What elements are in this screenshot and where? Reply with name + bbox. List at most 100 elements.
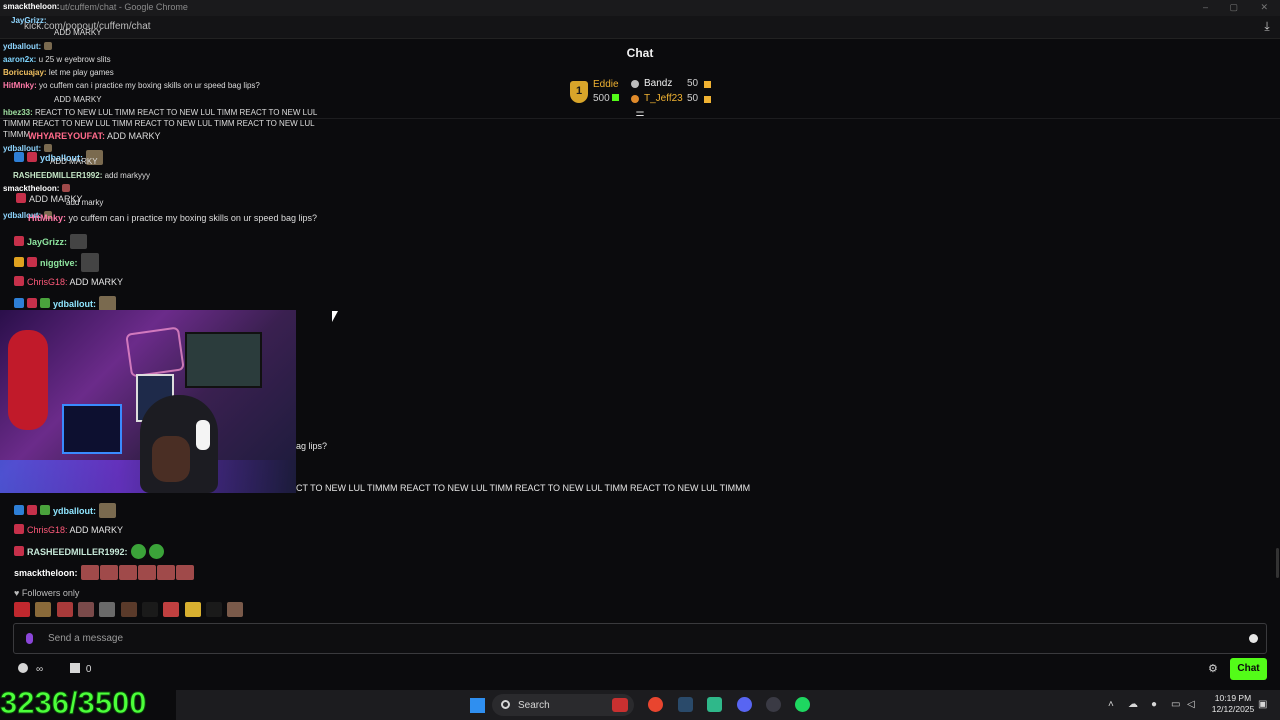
leader-name-3[interactable]: T_Jeff23 (644, 93, 683, 104)
avatar[interactable] (206, 602, 223, 617)
streamer-face (152, 436, 190, 482)
username[interactable]: niggtive: (40, 258, 78, 268)
windows-start-icon[interactable] (470, 698, 485, 713)
avatar[interactable] (142, 602, 159, 617)
gift-icon (704, 96, 711, 103)
followers-only-label: ♥ Followers only (14, 588, 79, 598)
list-item: JayGrizz: (11, 16, 47, 25)
username[interactable]: smacktheloon: (14, 568, 78, 578)
steam-icon[interactable] (678, 697, 693, 712)
avatar[interactable] (14, 602, 30, 617)
filter-icon[interactable]: ☰ (634, 112, 646, 122)
list-item: ydballout: (14, 503, 116, 518)
list-item: HitMnky: yo cuffem can i practice my box… (3, 81, 260, 90)
leader-name-1[interactable]: Eddie (593, 79, 619, 90)
minimize-icon[interactable]: – (1203, 2, 1208, 12)
username[interactable]: HitMnky: (3, 81, 37, 90)
notification-icon[interactable]: ▣ (1258, 699, 1267, 710)
window-title: ut/cuffem/chat - Google Chrome (60, 2, 188, 12)
subscriber-badge-icon (40, 298, 50, 308)
avatar[interactable] (120, 602, 137, 617)
address-bar[interactable]: kick.com/popout/cuffem/chat ⤓ (0, 16, 1280, 39)
maximize-icon[interactable]: ▢ (1229, 2, 1238, 13)
tv-screen (185, 332, 262, 388)
channel-badge-icon (14, 236, 24, 246)
microphone-icon[interactable]: ● (1151, 699, 1157, 710)
badge-icon (631, 95, 639, 103)
username[interactable]: ChrisG18: (27, 277, 68, 287)
username[interactable]: RASHEEDMILLER1992: (13, 171, 102, 180)
message-text: let me play games (48, 68, 114, 77)
chat-title: Chat (626, 46, 654, 60)
followers-only-text: Followers only (21, 588, 80, 598)
chest-icon[interactable] (69, 663, 80, 673)
username[interactable]: smacktheloon: (3, 184, 59, 193)
cloud-icon[interactable]: ☁ (1128, 699, 1138, 710)
avatar[interactable] (163, 602, 180, 617)
spotify-icon[interactable] (795, 697, 810, 712)
volume-icon[interactable]: ◁ (1187, 699, 1195, 710)
emote-icon (148, 544, 164, 559)
scrollbar[interactable] (1276, 548, 1279, 578)
list-item: smacktheloon: (3, 184, 71, 193)
download-icon[interactable]: ⤓ (1260, 19, 1274, 33)
chevron-up-icon[interactable]: ˄ (1108, 699, 1114, 710)
discord-icon[interactable] (737, 697, 752, 712)
mouse-cursor-icon (332, 311, 338, 322)
username[interactable]: smacktheloon: (3, 2, 59, 11)
message-text: yo cuffem can i practice my boxing skill… (39, 81, 260, 90)
chat-input[interactable]: Send a message (13, 623, 1267, 654)
infinity-value: ∞ (36, 664, 44, 675)
avatar[interactable] (35, 602, 52, 617)
username[interactable]: JayGrizz: (27, 237, 67, 247)
gear-icon[interactable]: ⚙ (1208, 664, 1219, 675)
close-icon[interactable]: ✕ (1260, 2, 1268, 13)
username[interactable]: aaron2x: (3, 55, 36, 64)
list-item: ADD MARKY (54, 28, 102, 37)
username[interactable]: Boricuajay: (3, 68, 47, 77)
emote-icon (70, 234, 88, 249)
list-item: ydballout: (14, 296, 116, 311)
list-item: smacktheloon: (3, 2, 59, 11)
emoji-icon[interactable] (1249, 634, 1258, 643)
app-icon[interactable] (707, 697, 722, 712)
emote-icon (175, 565, 194, 580)
verified-badge-icon (14, 298, 24, 308)
network-icon[interactable]: ▭ (1171, 699, 1180, 710)
system-clock[interactable]: 10:19 PM 12/12/2025 (1208, 693, 1258, 715)
username[interactable]: ydballout: (53, 299, 96, 309)
chest-count: 0 (85, 664, 92, 675)
username[interactable]: JayGrizz: (11, 16, 47, 25)
username[interactable]: RASHEEDMILLER1992: (27, 547, 128, 557)
verified-badge-icon (14, 505, 24, 515)
avatar[interactable] (99, 602, 116, 617)
microphone-icon[interactable] (26, 633, 33, 644)
chrome-icon[interactable] (648, 697, 663, 712)
channel-badge-icon (14, 546, 24, 556)
recent-chatters (14, 602, 245, 618)
headphones (196, 420, 210, 450)
avatar[interactable] (184, 602, 201, 617)
username[interactable]: ChrisG18: (27, 525, 68, 535)
leader-name-2[interactable]: Bandz (644, 78, 672, 89)
chat-input-placeholder[interactable]: Send a message (48, 633, 123, 644)
username[interactable]: WHYAREYOUFAT: (28, 131, 105, 141)
avatar[interactable] (78, 602, 95, 617)
emote-icon (130, 544, 146, 559)
group-icon[interactable] (18, 663, 28, 673)
search-icon (501, 700, 510, 709)
username[interactable]: ydballout: (3, 42, 41, 51)
goal-counter: 3236/3500 (0, 685, 147, 720)
message-text: yo cuffem can i practice my boxing skill… (68, 213, 317, 223)
app-icon[interactable] (766, 697, 781, 712)
taskbar-search[interactable]: Search (492, 694, 634, 716)
avatar[interactable] (56, 602, 73, 617)
avatar[interactable] (227, 602, 244, 617)
chat-send-button[interactable]: Chat (1230, 658, 1267, 680)
username[interactable]: ydballout: (53, 506, 96, 516)
username[interactable]: HitMnky: (28, 213, 66, 223)
leader-points-3: 50 (687, 93, 699, 104)
username[interactable]: hbez33: (3, 108, 33, 117)
leader-points-1: 500 (593, 93, 620, 104)
list-item: smacktheloon: (14, 565, 194, 580)
